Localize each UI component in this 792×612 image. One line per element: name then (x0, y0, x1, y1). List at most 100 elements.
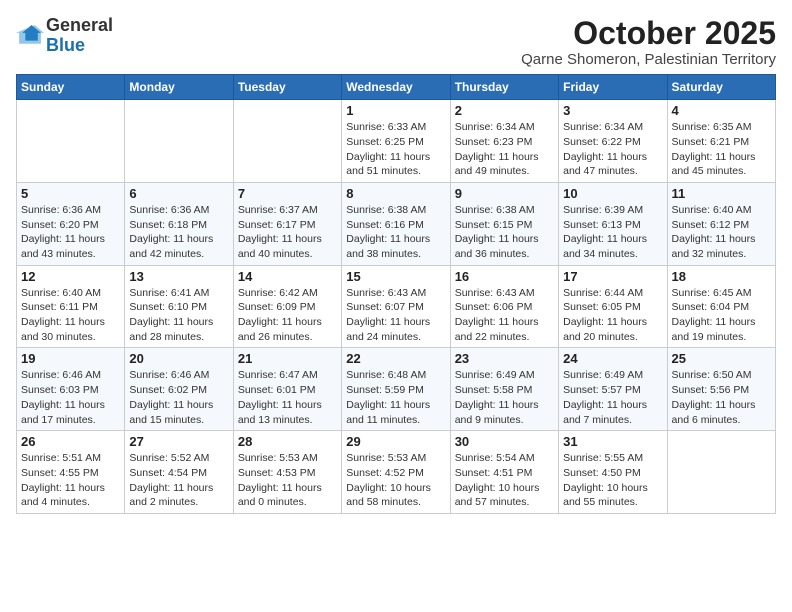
day-info: Sunrise: 6:34 AM Sunset: 6:22 PM Dayligh… (563, 120, 662, 179)
calendar-cell: 4 Sunrise: 6:35 AM Sunset: 6:21 PM Daylig… (667, 100, 775, 183)
calendar-cell: 30 Sunrise: 5:54 AM Sunset: 4:51 PM Dayli… (450, 431, 558, 514)
calendar-cell: 13 Sunrise: 6:41 AM Sunset: 6:10 PM Dayli… (125, 265, 233, 348)
weekday-header: Saturday (667, 75, 775, 100)
calendar-cell: 2 Sunrise: 6:34 AM Sunset: 6:23 PM Daylig… (450, 100, 558, 183)
day-number: 30 (455, 434, 554, 449)
weekday-header: Wednesday (342, 75, 450, 100)
page-header: General Blue October 2025 Qarne Shomeron… (16, 16, 776, 68)
day-info: Sunrise: 6:47 AM Sunset: 6:01 PM Dayligh… (238, 368, 337, 427)
day-number: 26 (21, 434, 120, 449)
calendar-week-row: 1 Sunrise: 6:33 AM Sunset: 6:25 PM Daylig… (17, 100, 776, 183)
weekday-header: Sunday (17, 75, 125, 100)
day-number: 13 (129, 269, 228, 284)
day-info: Sunrise: 5:55 AM Sunset: 4:50 PM Dayligh… (563, 451, 662, 510)
day-info: Sunrise: 6:36 AM Sunset: 6:18 PM Dayligh… (129, 203, 228, 262)
calendar-cell: 26 Sunrise: 5:51 AM Sunset: 4:55 PM Dayli… (17, 431, 125, 514)
day-number: 20 (129, 351, 228, 366)
day-info: Sunrise: 6:46 AM Sunset: 6:02 PM Dayligh… (129, 368, 228, 427)
day-info: Sunrise: 6:33 AM Sunset: 6:25 PM Dayligh… (346, 120, 445, 179)
calendar-cell: 25 Sunrise: 6:50 AM Sunset: 5:56 PM Dayli… (667, 348, 775, 431)
day-info: Sunrise: 6:49 AM Sunset: 5:58 PM Dayligh… (455, 368, 554, 427)
title-block: October 2025 Qarne Shomeron, Palestinian… (521, 16, 776, 68)
calendar-cell: 18 Sunrise: 6:45 AM Sunset: 6:04 PM Dayli… (667, 265, 775, 348)
day-info: Sunrise: 5:54 AM Sunset: 4:51 PM Dayligh… (455, 451, 554, 510)
day-number: 19 (21, 351, 120, 366)
calendar-cell: 24 Sunrise: 6:49 AM Sunset: 5:57 PM Dayli… (559, 348, 667, 431)
calendar-cell: 28 Sunrise: 5:53 AM Sunset: 4:53 PM Dayli… (233, 431, 341, 514)
day-number: 6 (129, 186, 228, 201)
day-number: 3 (563, 103, 662, 118)
weekday-header-row: SundayMondayTuesdayWednesdayThursdayFrid… (17, 75, 776, 100)
day-number: 29 (346, 434, 445, 449)
day-info: Sunrise: 6:48 AM Sunset: 5:59 PM Dayligh… (346, 368, 445, 427)
day-number: 25 (672, 351, 771, 366)
logo-icon (16, 22, 44, 50)
calendar-cell: 20 Sunrise: 6:46 AM Sunset: 6:02 PM Dayli… (125, 348, 233, 431)
calendar-cell: 14Sunrise: 6:42 AM Sunset: 6:09 PM Dayli… (233, 265, 341, 348)
day-number: 12 (21, 269, 120, 284)
day-info: Sunrise: 6:40 AM Sunset: 6:12 PM Dayligh… (672, 203, 771, 262)
weekday-header: Thursday (450, 75, 558, 100)
day-number: 18 (672, 269, 771, 284)
day-number: 15 (346, 269, 445, 284)
calendar-cell: 27 Sunrise: 5:52 AM Sunset: 4:54 PM Dayli… (125, 431, 233, 514)
calendar-table: SundayMondayTuesdayWednesdayThursdayFrid… (16, 74, 776, 514)
calendar-cell: 11Sunrise: 6:40 AM Sunset: 6:12 PM Dayli… (667, 182, 775, 265)
day-number: 24 (563, 351, 662, 366)
calendar-cell: 8 Sunrise: 6:38 AM Sunset: 6:16 PM Daylig… (342, 182, 450, 265)
day-info: Sunrise: 6:34 AM Sunset: 6:23 PM Dayligh… (455, 120, 554, 179)
day-info: Sunrise: 6:36 AM Sunset: 6:20 PM Dayligh… (21, 203, 120, 262)
calendar-week-row: 26 Sunrise: 5:51 AM Sunset: 4:55 PM Dayli… (17, 431, 776, 514)
calendar-cell: 6 Sunrise: 6:36 AM Sunset: 6:18 PM Daylig… (125, 182, 233, 265)
day-info: Sunrise: 6:45 AM Sunset: 6:04 PM Dayligh… (672, 286, 771, 345)
day-number: 5 (21, 186, 120, 201)
weekday-header: Friday (559, 75, 667, 100)
calendar-cell: 5 Sunrise: 6:36 AM Sunset: 6:20 PM Daylig… (17, 182, 125, 265)
calendar-cell: 21Sunrise: 6:47 AM Sunset: 6:01 PM Dayli… (233, 348, 341, 431)
day-number: 28 (238, 434, 337, 449)
day-number: 23 (455, 351, 554, 366)
location-title: Qarne Shomeron, Palestinian Territory (521, 51, 776, 68)
day-info: Sunrise: 5:51 AM Sunset: 4:55 PM Dayligh… (21, 451, 120, 510)
logo-general: General (46, 15, 113, 35)
day-number: 7 (238, 186, 337, 201)
day-number: 1 (346, 103, 445, 118)
calendar-cell: 29Sunrise: 5:53 AM Sunset: 4:52 PM Dayli… (342, 431, 450, 514)
day-number: 31 (563, 434, 662, 449)
calendar-cell: 19 Sunrise: 6:46 AM Sunset: 6:03 PM Dayli… (17, 348, 125, 431)
day-info: Sunrise: 6:39 AM Sunset: 6:13 PM Dayligh… (563, 203, 662, 262)
day-info: Sunrise: 5:52 AM Sunset: 4:54 PM Dayligh… (129, 451, 228, 510)
day-number: 9 (455, 186, 554, 201)
day-number: 4 (672, 103, 771, 118)
day-info: Sunrise: 6:46 AM Sunset: 6:03 PM Dayligh… (21, 368, 120, 427)
day-number: 17 (563, 269, 662, 284)
calendar-cell: 15Sunrise: 6:43 AM Sunset: 6:07 PM Dayli… (342, 265, 450, 348)
day-number: 22 (346, 351, 445, 366)
day-info: Sunrise: 5:53 AM Sunset: 4:53 PM Dayligh… (238, 451, 337, 510)
calendar-cell: 22 Sunrise: 6:48 AM Sunset: 5:59 PM Dayli… (342, 348, 450, 431)
day-number: 16 (455, 269, 554, 284)
day-number: 27 (129, 434, 228, 449)
calendar-cell: 12Sunrise: 6:40 AM Sunset: 6:11 PM Dayli… (17, 265, 125, 348)
calendar-cell: 10Sunrise: 6:39 AM Sunset: 6:13 PM Dayli… (559, 182, 667, 265)
month-title: October 2025 (521, 16, 776, 51)
calendar-cell (233, 100, 341, 183)
calendar-week-row: 5 Sunrise: 6:36 AM Sunset: 6:20 PM Daylig… (17, 182, 776, 265)
day-info: Sunrise: 6:38 AM Sunset: 6:15 PM Dayligh… (455, 203, 554, 262)
day-number: 8 (346, 186, 445, 201)
calendar-cell (667, 431, 775, 514)
day-info: Sunrise: 6:49 AM Sunset: 5:57 PM Dayligh… (563, 368, 662, 427)
weekday-header: Tuesday (233, 75, 341, 100)
day-info: Sunrise: 6:50 AM Sunset: 5:56 PM Dayligh… (672, 368, 771, 427)
calendar-cell: 7Sunrise: 6:37 AM Sunset: 6:17 PM Daylig… (233, 182, 341, 265)
calendar-week-row: 19 Sunrise: 6:46 AM Sunset: 6:03 PM Dayli… (17, 348, 776, 431)
logo-text: General Blue (46, 16, 113, 56)
day-info: Sunrise: 6:43 AM Sunset: 6:06 PM Dayligh… (455, 286, 554, 345)
day-number: 2 (455, 103, 554, 118)
day-info: Sunrise: 6:41 AM Sunset: 6:10 PM Dayligh… (129, 286, 228, 345)
day-info: Sunrise: 6:35 AM Sunset: 6:21 PM Dayligh… (672, 120, 771, 179)
calendar-cell: 3 Sunrise: 6:34 AM Sunset: 6:22 PM Daylig… (559, 100, 667, 183)
weekday-header: Monday (125, 75, 233, 100)
day-info: Sunrise: 6:38 AM Sunset: 6:16 PM Dayligh… (346, 203, 445, 262)
calendar-cell: 9 Sunrise: 6:38 AM Sunset: 6:15 PM Daylig… (450, 182, 558, 265)
